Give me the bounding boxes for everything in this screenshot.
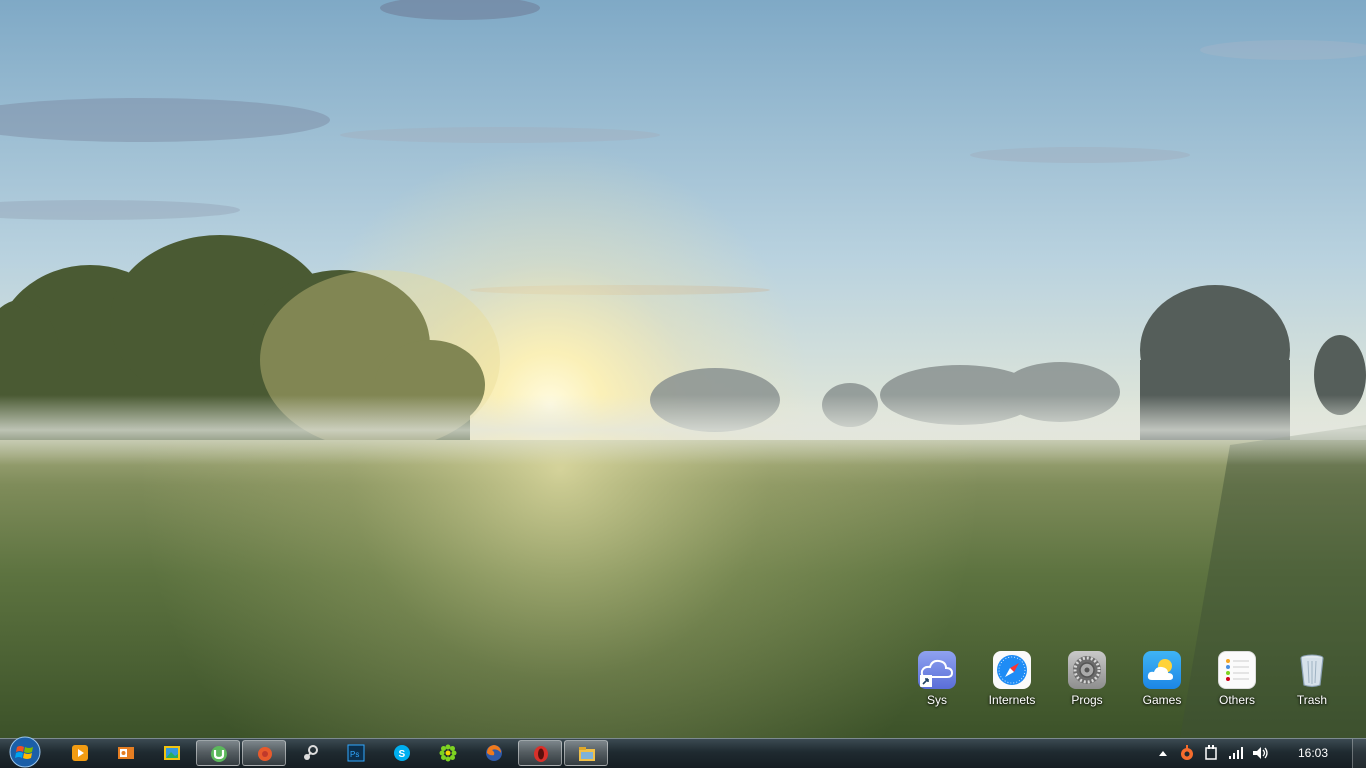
skype-icon: S <box>394 745 410 761</box>
desktop-icon-label: Others <box>1218 693 1255 707</box>
desktop-icon-progs[interactable]: Progs <box>1049 648 1125 710</box>
desktop-icon-label: Games <box>1142 693 1182 707</box>
photoshop-icon: Ps <box>347 744 365 762</box>
tray-network[interactable] <box>1226 739 1246 767</box>
taskbar-steam[interactable] <box>288 740 332 766</box>
cloud-folder-icon <box>918 651 956 689</box>
start-button[interactable] <box>6 735 44 769</box>
settings-gear-icon <box>1068 651 1106 689</box>
media-player-icon <box>72 745 88 761</box>
tray-power[interactable] <box>1202 739 1220 767</box>
desktop-icon-label: Progs <box>1071 693 1103 707</box>
outlook-icon <box>118 747 134 759</box>
taskbar-photo-viewer[interactable] <box>150 740 194 766</box>
desktop-icons: Sys Internets Progs Games Others Trash <box>897 648 1353 710</box>
icq-flower-icon <box>439 744 457 762</box>
utorrent-icon <box>211 746 227 762</box>
desktop-icon-label: Internets <box>988 693 1036 707</box>
taskbar-file-explorer[interactable] <box>564 740 608 766</box>
taskbar-opera[interactable] <box>518 740 562 766</box>
show-hidden-icons-button[interactable] <box>1156 739 1170 767</box>
taskbar: Ps S 16:03 <box>0 735 1366 769</box>
taskbar-utorrent[interactable] <box>196 740 240 766</box>
tray-clock[interactable]: 16:03 <box>1288 739 1338 767</box>
safari-compass-icon <box>993 651 1031 689</box>
tray-volume[interactable] <box>1250 739 1270 767</box>
wallpaper-image <box>0 0 1366 738</box>
notes-list-icon <box>1218 651 1256 689</box>
svg-text:S: S <box>399 749 406 760</box>
tray-origin[interactable] <box>1178 739 1196 767</box>
red-app-icon <box>258 747 272 761</box>
taskbar-media-player[interactable] <box>58 740 102 766</box>
desktop-icon-label: Sys <box>926 693 947 707</box>
taskbar-firefox[interactable] <box>472 740 516 766</box>
taskbar-skype[interactable]: S <box>380 740 424 766</box>
photo-viewer-icon <box>164 746 180 760</box>
network-signal-icon <box>1229 747 1243 759</box>
opera-icon <box>534 746 548 762</box>
firefox-icon <box>486 745 502 761</box>
desktop-icon-internets[interactable]: Internets <box>974 648 1050 710</box>
origin-icon <box>1181 745 1193 760</box>
taskbar-outlook[interactable] <box>104 740 148 766</box>
weather-cloud-icon <box>1143 651 1181 689</box>
desktop-wallpaper <box>0 0 1366 738</box>
show-desktop-button[interactable] <box>1352 739 1366 768</box>
svg-text:Ps: Ps <box>350 750 359 759</box>
recycle-bin-icon <box>1293 651 1331 689</box>
file-explorer-icon <box>579 747 595 761</box>
taskbar-photoshop[interactable]: Ps <box>334 740 378 766</box>
desktop-icon-sys[interactable]: Sys <box>899 648 975 710</box>
power-plug-icon <box>1205 745 1217 760</box>
taskbar-red-app[interactable] <box>242 740 286 766</box>
desktop-icon-games[interactable]: Games <box>1124 648 1200 710</box>
desktop-icon-others[interactable]: Others <box>1199 648 1275 710</box>
show-hidden-icons-arrow-icon <box>1159 751 1167 756</box>
steam-icon <box>304 745 318 760</box>
volume-icon <box>1253 747 1268 759</box>
windows-start-orb-icon <box>9 736 41 768</box>
taskbar-icq[interactable] <box>426 740 470 766</box>
desktop-icon-trash[interactable]: Trash <box>1274 648 1350 710</box>
desktop-icon-label: Trash <box>1296 693 1328 707</box>
